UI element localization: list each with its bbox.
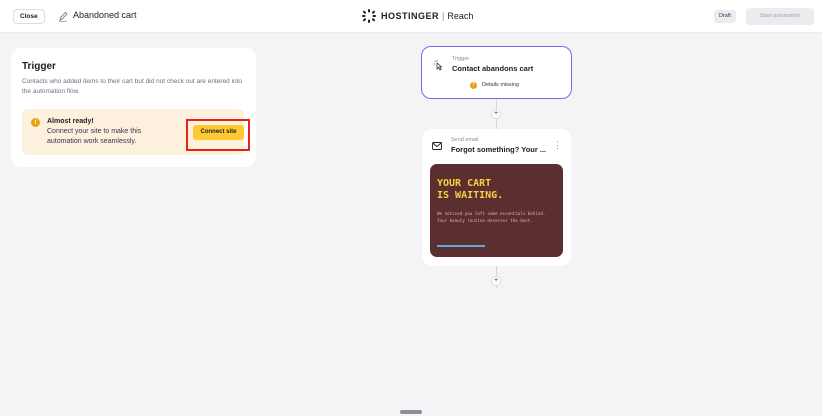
close-button[interactable]: Close	[13, 9, 45, 24]
automation-title[interactable]: Abandoned cart	[73, 10, 137, 20]
start-automation-button[interactable]: Start automation	[746, 8, 814, 25]
node-type-label: Send email	[451, 137, 479, 143]
alert-title: Almost ready!	[47, 118, 94, 125]
email-preview: YOUR CART IS WAITING. We noticed you lef…	[430, 164, 563, 257]
details-missing-text: Details missing	[482, 82, 519, 88]
brand-name: HOSTINGER	[381, 11, 440, 21]
brand-logo: HOSTINGER | Reach	[361, 8, 473, 24]
setup-alert: ! Almost ready! Connect your site to mak…	[22, 109, 250, 155]
trigger-panel: Trigger Contacts who added items to thei…	[11, 48, 256, 167]
alert-message: Connect your site to make this automatio…	[47, 128, 142, 145]
top-bar: Close Abandoned cart HOSTINGER | Reach D…	[0, 0, 822, 33]
node-type-label: Trigger	[452, 56, 470, 62]
email-subject: Forgot something? Your ...	[451, 145, 547, 154]
connect-site-button[interactable]: Connect site	[193, 125, 244, 140]
add-step-button[interactable]: +	[491, 276, 501, 286]
warning-icon: !	[31, 118, 40, 127]
node-title: Contact abandons cart	[452, 64, 534, 73]
preview-divider	[437, 245, 485, 247]
mail-icon	[432, 142, 442, 150]
status-badge: Draft	[714, 10, 736, 23]
hostinger-logo-icon	[362, 9, 376, 23]
panel-title: Trigger	[22, 61, 56, 72]
trigger-node[interactable]: Trigger Contact abandons cart ! Details …	[421, 46, 572, 99]
brand-separator: |	[442, 11, 445, 21]
preview-headline: YOUR CART IS WAITING.	[437, 178, 503, 202]
cursor-click-icon	[433, 60, 443, 71]
panel-drag-handle[interactable]	[400, 410, 422, 414]
product-name: Reach	[447, 11, 474, 21]
panel-description: Contacts who added items to their cart b…	[22, 78, 243, 95]
send-email-node[interactable]: Send email Forgot something? Your ... ⋮ …	[422, 129, 571, 266]
more-options-icon[interactable]: ⋮	[553, 141, 562, 150]
preview-headline-line2: IS WAITING.	[437, 190, 504, 201]
warning-icon: !	[470, 82, 477, 89]
add-step-button[interactable]: +	[491, 109, 501, 119]
preview-body: We noticed you left some essentials behi…	[437, 211, 546, 223]
preview-headline-line1: YOUR CART	[437, 178, 492, 189]
pencil-icon[interactable]	[58, 10, 68, 22]
